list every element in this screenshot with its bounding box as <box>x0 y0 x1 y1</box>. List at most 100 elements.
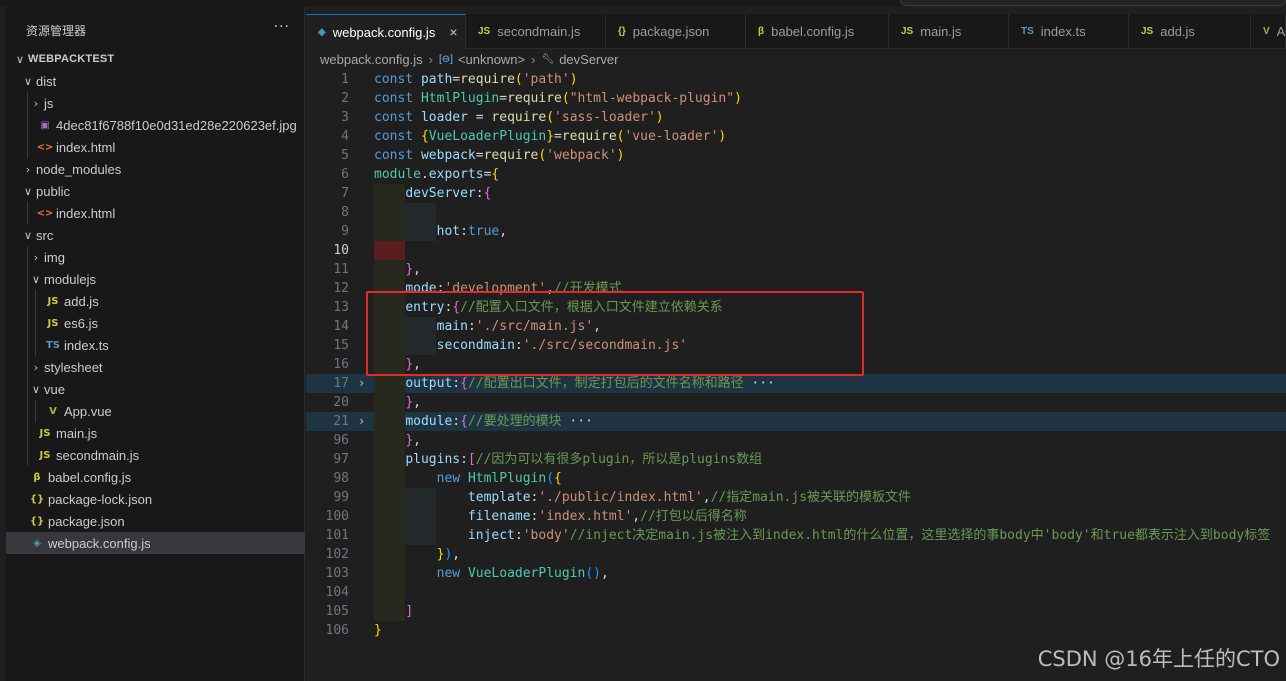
code-token: 'body' <box>522 528 570 543</box>
chevron-right-icon[interactable]: › <box>28 97 44 110</box>
breadcrumb-file[interactable]: webpack.config.js <box>320 52 423 67</box>
breadcrumb-property[interactable]: devServer <box>559 52 618 67</box>
breadcrumb-symbol[interactable]: <unknown> <box>458 52 525 67</box>
code-line[interactable]: 98 new HtmlPlugin({ <box>306 469 1286 488</box>
editor-tab[interactable]: ◈ webpack.config.js × <box>306 14 466 49</box>
code-line[interactable]: 6 module.exports={ <box>306 165 1286 184</box>
code-line[interactable]: 102 }), <box>306 545 1286 564</box>
tree-item[interactable]: JS main.js <box>6 422 305 444</box>
code-text: main:'./src/main.js', <box>374 317 601 336</box>
chevron-down-icon[interactable]: ∨ <box>28 383 44 396</box>
code-line[interactable]: 97 plugins:[//因为可以有很多plugin，所以是plugins数组 <box>306 450 1286 469</box>
line-number: 12 <box>333 281 349 296</box>
tree-item[interactable]: JS secondmain.js <box>6 444 305 466</box>
editor-tab[interactable]: TS index.ts <box>1009 14 1129 49</box>
code-line[interactable]: 17 › output:{//配置出口文件，制定打包后的文件名称和路径 ··· <box>306 374 1286 393</box>
code-line[interactable]: 5 const webpack=require('webpack') <box>306 146 1286 165</box>
tree-item[interactable]: <> index.html <box>6 136 305 158</box>
code-token: const <box>374 72 421 87</box>
chevron-down-icon[interactable]: ∨ <box>20 75 36 88</box>
editor-tab[interactable]: {} package.json <box>606 14 746 49</box>
code-line[interactable]: 16 }, <box>306 355 1286 374</box>
code-line[interactable]: 21 › module:{//要处理的模块 ··· <box>306 412 1286 431</box>
code-line[interactable]: 106} <box>306 621 1286 640</box>
editor-tab[interactable]: VA <box>1251 14 1286 49</box>
chevron-right-icon[interactable]: › <box>28 361 44 374</box>
code-token: './src/secondmain.js' <box>522 338 688 353</box>
tree-item[interactable]: JS es6.js <box>6 312 305 334</box>
tree-item[interactable]: {} package.json <box>6 510 305 532</box>
code-line[interactable]: 104 <box>306 583 1286 602</box>
editor-tab[interactable]: β babel.config.js <box>746 14 889 49</box>
chevron-right-icon[interactable]: › <box>20 163 36 176</box>
editor-tab[interactable]: JS secondmain.js <box>466 14 606 49</box>
code-token: , <box>499 224 508 239</box>
tree-item[interactable]: › node_modules <box>6 158 305 180</box>
code-line[interactable]: 103 new VueLoaderPlugin(), <box>306 564 1286 583</box>
code-token: ] <box>405 604 414 619</box>
chevron-down-icon[interactable]: ∨ <box>20 229 36 242</box>
close-icon[interactable]: × <box>449 24 457 40</box>
file-type-icon: ▣ <box>40 119 50 131</box>
chevron-down-icon[interactable]: ∨ <box>12 53 28 66</box>
editor-tab[interactable]: JS main.js <box>889 14 1009 49</box>
tree-item[interactable]: TS index.ts <box>6 334 305 356</box>
file-type-icon: JS <box>39 427 51 439</box>
code-token: module <box>374 167 421 182</box>
tree-item[interactable]: › js <box>6 92 305 114</box>
tree-item[interactable]: ◈ webpack.config.js <box>6 532 305 554</box>
tree-item[interactable]: ∨ public <box>6 180 305 202</box>
code-line[interactable]: 15 secondmain:'./src/secondmain.js' <box>306 336 1286 355</box>
more-actions-icon[interactable]: ··· <box>274 19 290 35</box>
editor-tab[interactable]: JS add.js <box>1129 14 1251 49</box>
tree-item[interactable]: ∨ vue <box>6 378 305 400</box>
command-center-search[interactable] <box>900 0 1286 6</box>
line-number: 14 <box>333 319 349 334</box>
line-number: 103 <box>325 566 349 581</box>
code-line[interactable]: 4 const {VueLoaderPlugin}=require('vue-lo… <box>306 127 1286 146</box>
code-line[interactable]: 20 }, <box>306 393 1286 412</box>
tree-item[interactable]: JS add.js <box>6 290 305 312</box>
code-line[interactable]: 3 const loader = require('sass-loader') <box>306 108 1286 127</box>
code-editor[interactable]: 1 const path=require('path') 2 const HtmlPl… <box>306 70 1286 681</box>
tree-item[interactable]: ∨ dist <box>6 70 305 92</box>
code-line[interactable]: 10 <box>306 241 1286 260</box>
tree-item[interactable]: <> index.html <box>6 202 305 224</box>
tree-item[interactable]: › stylesheet <box>6 356 305 378</box>
fold-chevron-icon[interactable]: › <box>358 412 365 431</box>
chevron-down-icon[interactable]: ∨ <box>28 273 44 286</box>
code-token: } <box>374 623 382 638</box>
tree-item[interactable]: {} package-lock.json <box>6 488 305 510</box>
code-line[interactable]: 13 entry:{//配置入口文件，根据入口文件建立依赖关系 <box>306 298 1286 317</box>
code-line[interactable]: 96 }, <box>306 431 1286 450</box>
code-line[interactable]: 100 filename:'index.html',//打包以后得名称 <box>306 507 1286 526</box>
code-text: entry:{//配置入口文件，根据入口文件建立依赖关系 <box>374 298 722 317</box>
code-line[interactable]: 105 ] <box>306 602 1286 621</box>
fold-chevron-icon[interactable]: › <box>358 374 365 393</box>
code-line[interactable]: 8 <box>306 203 1286 222</box>
tree-item[interactable]: › img <box>6 246 305 268</box>
tree-item[interactable]: ∨ src <box>6 224 305 246</box>
code-line[interactable]: 101 inject:'body'//inject决定main.js被注入到in… <box>306 526 1286 545</box>
code-line[interactable]: 99 template:'./public/index.html',//指定ma… <box>306 488 1286 507</box>
tree-item[interactable]: ∨ WEBPACKTEST <box>6 48 305 70</box>
explorer-title: 资源管理器 <box>26 23 87 38</box>
chevron-down-icon[interactable]: ∨ <box>20 185 36 198</box>
tree-item[interactable]: β babel.config.js <box>6 466 305 488</box>
code-line[interactable]: 1 const path=require('path') <box>306 70 1286 89</box>
tree-item[interactable]: ▣ 4dec81f6788f10e0d31ed28e220623ef.jpg <box>6 114 305 136</box>
code-line[interactable]: 7 devServer:{ <box>306 184 1286 203</box>
code-token: { <box>460 376 468 391</box>
code-line[interactable]: 14 main:'./src/main.js', <box>306 317 1286 336</box>
code-line[interactable]: 12 mode:'development',//开发模式 <box>306 279 1286 298</box>
code-text: new VueLoaderPlugin(), <box>374 564 609 583</box>
indent-guide <box>27 444 28 466</box>
code-line[interactable]: 9 hot:true, <box>306 222 1286 241</box>
code-line[interactable]: 2 const HtmlPlugin=require("html-webpack-… <box>306 89 1286 108</box>
tree-item[interactable]: V App.vue <box>6 400 305 422</box>
code-text: const HtmlPlugin=require("html-webpack-p… <box>374 89 742 108</box>
chevron-right-icon[interactable]: › <box>28 251 44 264</box>
tree-item[interactable]: ∨ modulejs <box>6 268 305 290</box>
code-line[interactable]: 11 }, <box>306 260 1286 279</box>
